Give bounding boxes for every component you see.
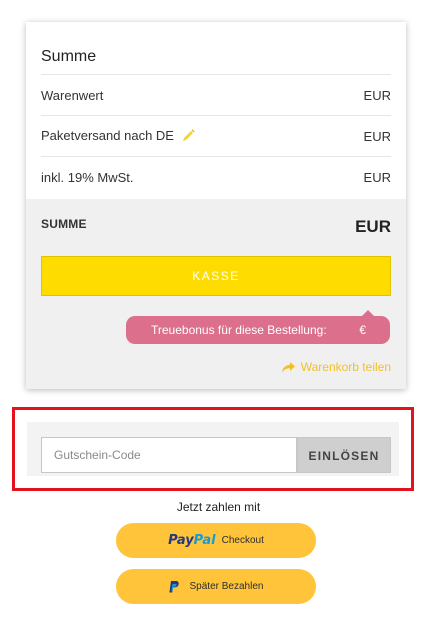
pay-now-heading: Jetzt zahlen mit (176, 500, 261, 514)
row-value: EUR (363, 169, 391, 185)
share-cart-link[interactable]: Warenkorb teilen (282, 360, 391, 374)
cart-summary-card: Summe Warenwert EUR Paketversand nach DE… (26, 22, 406, 389)
voucher-highlight-frame: EINLÖSEN (12, 407, 414, 491)
summary-total-area: SUMME EUR KASSE Treuebonus für diese Bes… (26, 199, 406, 389)
bonus-label: Treuebonus für diese Bestellung: (151, 323, 327, 337)
row-vat: inkl. 19% MwSt. EUR (41, 157, 391, 197)
voucher-form: EINLÖSEN (27, 422, 399, 476)
pay-later-label: Später Bezahlen (189, 581, 264, 592)
total-value: EUR (355, 217, 391, 236)
row-label: Warenwert (41, 87, 104, 103)
bonus-value: € (359, 323, 366, 337)
share-icon (282, 362, 296, 373)
pencil-icon[interactable] (182, 128, 195, 145)
redeem-button[interactable]: EINLÖSEN (297, 437, 391, 473)
row-label-wrap: Paketversand nach DE (41, 128, 195, 145)
row-shipping: Paketversand nach DE EUR (41, 116, 391, 157)
paypal-checkout-label: Checkout (221, 535, 264, 546)
row-value: EUR (363, 128, 391, 144)
row-value: EUR (363, 87, 391, 103)
row-label: inkl. 19% MwSt. (41, 169, 134, 185)
share-label: Warenkorb teilen (300, 360, 391, 374)
row-label: Paketversand nach DE (41, 127, 174, 143)
total-row: SUMME EUR (41, 217, 391, 237)
row-goods-value: Warenwert EUR (41, 75, 391, 116)
summary-title: Summe (41, 22, 391, 75)
voucher-code-input[interactable] (41, 437, 297, 473)
paypal-icon (168, 580, 179, 592)
paypal-logo: PayPal (168, 533, 215, 548)
paypal-pay-later-button[interactable]: Später Bezahlen (116, 569, 316, 604)
checkout-button[interactable]: KASSE (41, 256, 391, 296)
loyalty-bonus-badge: Treuebonus für diese Bestellung: € (126, 310, 390, 344)
summary-details: Summe Warenwert EUR Paketversand nach DE… (26, 22, 406, 198)
paypal-checkout-button[interactable]: PayPal Checkout (116, 523, 316, 558)
paypal-logo-pal: Pal (193, 533, 216, 548)
total-label: SUMME (41, 217, 87, 231)
paypal-logo-pay: Pay (168, 533, 194, 548)
